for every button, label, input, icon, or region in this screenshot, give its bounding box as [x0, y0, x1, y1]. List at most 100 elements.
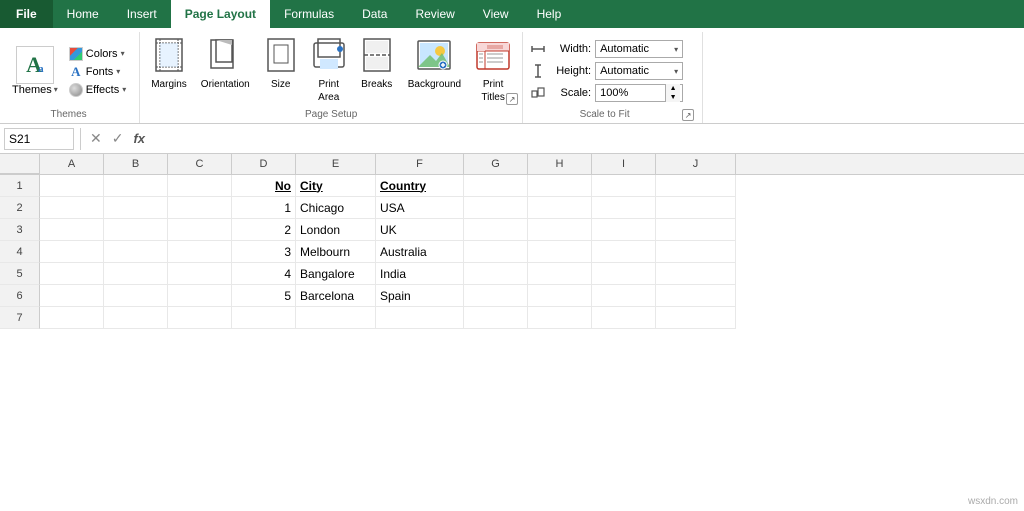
- cell-a7[interactable]: [40, 307, 104, 329]
- cell-e3[interactable]: London: [296, 219, 376, 241]
- cell-e7[interactable]: [296, 307, 376, 329]
- cell-g4[interactable]: [464, 241, 528, 263]
- col-header-h[interactable]: H: [528, 154, 592, 174]
- cell-a5[interactable]: [40, 263, 104, 285]
- tab-page-layout[interactable]: Page Layout: [171, 0, 270, 28]
- cell-j3[interactable]: [656, 219, 736, 241]
- cell-c7[interactable]: [168, 307, 232, 329]
- cell-g1[interactable]: [464, 175, 528, 197]
- cell-e6[interactable]: Barcelona: [296, 285, 376, 307]
- scale-launcher[interactable]: ↗: [682, 109, 694, 121]
- cell-b4[interactable]: [104, 241, 168, 263]
- col-header-f[interactable]: F: [376, 154, 464, 174]
- cell-b5[interactable]: [104, 263, 168, 285]
- confirm-button[interactable]: ✓: [109, 130, 127, 147]
- cell-g2[interactable]: [464, 197, 528, 219]
- effects-button[interactable]: Effects ▾: [66, 82, 129, 98]
- cell-b3[interactable]: [104, 219, 168, 241]
- cell-e4[interactable]: Melbourn: [296, 241, 376, 263]
- cell-i6[interactable]: [592, 285, 656, 307]
- tab-review[interactable]: Review: [401, 0, 468, 28]
- cell-c1[interactable]: [168, 175, 232, 197]
- cell-e1[interactable]: City: [296, 175, 376, 197]
- size-button[interactable]: Size: [259, 34, 303, 94]
- page-setup-launcher[interactable]: ↗: [506, 93, 518, 105]
- tab-data[interactable]: Data: [348, 0, 401, 28]
- themes-button[interactable]: A a Themes ▾: [8, 44, 62, 98]
- cell-f1[interactable]: Country: [376, 175, 464, 197]
- cell-b6[interactable]: [104, 285, 168, 307]
- cell-h5[interactable]: [528, 263, 592, 285]
- cell-a6[interactable]: [40, 285, 104, 307]
- cell-b1[interactable]: [104, 175, 168, 197]
- cell-h3[interactable]: [528, 219, 592, 241]
- cell-a1[interactable]: [40, 175, 104, 197]
- cell-j1[interactable]: [656, 175, 736, 197]
- cell-b7[interactable]: [104, 307, 168, 329]
- cell-d2[interactable]: 1: [232, 197, 296, 219]
- print-area-button[interactable]: Print Area: [307, 34, 351, 107]
- fx-button[interactable]: fx: [130, 131, 148, 146]
- cell-d3[interactable]: 2: [232, 219, 296, 241]
- cell-j5[interactable]: [656, 263, 736, 285]
- cell-i5[interactable]: [592, 263, 656, 285]
- cell-j4[interactable]: [656, 241, 736, 263]
- cell-d1[interactable]: No: [232, 175, 296, 197]
- cell-d5[interactable]: 4: [232, 263, 296, 285]
- cell-b2[interactable]: [104, 197, 168, 219]
- col-header-a[interactable]: A: [40, 154, 104, 174]
- cell-c5[interactable]: [168, 263, 232, 285]
- tab-formulas[interactable]: Formulas: [270, 0, 348, 28]
- background-button[interactable]: Background: [403, 34, 466, 94]
- cell-c2[interactable]: [168, 197, 232, 219]
- cell-g5[interactable]: [464, 263, 528, 285]
- cell-f2[interactable]: USA: [376, 197, 464, 219]
- cell-e2[interactable]: Chicago: [296, 197, 376, 219]
- colors-button[interactable]: Colors ▾: [66, 46, 129, 62]
- cell-a4[interactable]: [40, 241, 104, 263]
- cell-h4[interactable]: [528, 241, 592, 263]
- cell-g7[interactable]: [464, 307, 528, 329]
- cell-reference[interactable]: S21: [4, 128, 74, 150]
- col-header-i[interactable]: I: [592, 154, 656, 174]
- cell-h2[interactable]: [528, 197, 592, 219]
- orientation-button[interactable]: Orientation: [196, 34, 255, 94]
- cell-j7[interactable]: [656, 307, 736, 329]
- tab-help[interactable]: Help: [523, 0, 576, 28]
- tab-file[interactable]: File: [0, 0, 53, 28]
- cell-f4[interactable]: Australia: [376, 241, 464, 263]
- scale-up-btn[interactable]: ▲: [666, 84, 680, 93]
- col-header-c[interactable]: C: [168, 154, 232, 174]
- scale-input[interactable]: 100% ▲ ▼: [595, 84, 683, 102]
- col-header-e[interactable]: E: [296, 154, 376, 174]
- tab-view[interactable]: View: [469, 0, 523, 28]
- cell-h7[interactable]: [528, 307, 592, 329]
- cell-i7[interactable]: [592, 307, 656, 329]
- cell-g6[interactable]: [464, 285, 528, 307]
- cell-c4[interactable]: [168, 241, 232, 263]
- width-select[interactable]: Automatic ▾: [595, 40, 683, 58]
- cell-i4[interactable]: [592, 241, 656, 263]
- scale-down-btn[interactable]: ▼: [666, 93, 680, 102]
- cell-a3[interactable]: [40, 219, 104, 241]
- cell-d7[interactable]: [232, 307, 296, 329]
- cancel-button[interactable]: ✕: [87, 130, 105, 147]
- cell-c6[interactable]: [168, 285, 232, 307]
- col-header-b[interactable]: B: [104, 154, 168, 174]
- col-header-d[interactable]: D: [232, 154, 296, 174]
- cell-j6[interactable]: [656, 285, 736, 307]
- cell-f6[interactable]: Spain: [376, 285, 464, 307]
- scale-spinner[interactable]: ▲ ▼: [665, 84, 680, 102]
- tab-insert[interactable]: Insert: [113, 0, 171, 28]
- cell-g3[interactable]: [464, 219, 528, 241]
- margins-button[interactable]: Margins: [146, 34, 192, 94]
- cell-f7[interactable]: [376, 307, 464, 329]
- cell-d4[interactable]: 3: [232, 241, 296, 263]
- fonts-button[interactable]: A Fonts ▾: [66, 63, 129, 81]
- cell-e5[interactable]: Bangalore: [296, 263, 376, 285]
- height-select[interactable]: Automatic ▾: [595, 62, 683, 80]
- formula-input[interactable]: [152, 128, 1020, 150]
- cell-f3[interactable]: UK: [376, 219, 464, 241]
- cell-h1[interactable]: [528, 175, 592, 197]
- cell-i1[interactable]: [592, 175, 656, 197]
